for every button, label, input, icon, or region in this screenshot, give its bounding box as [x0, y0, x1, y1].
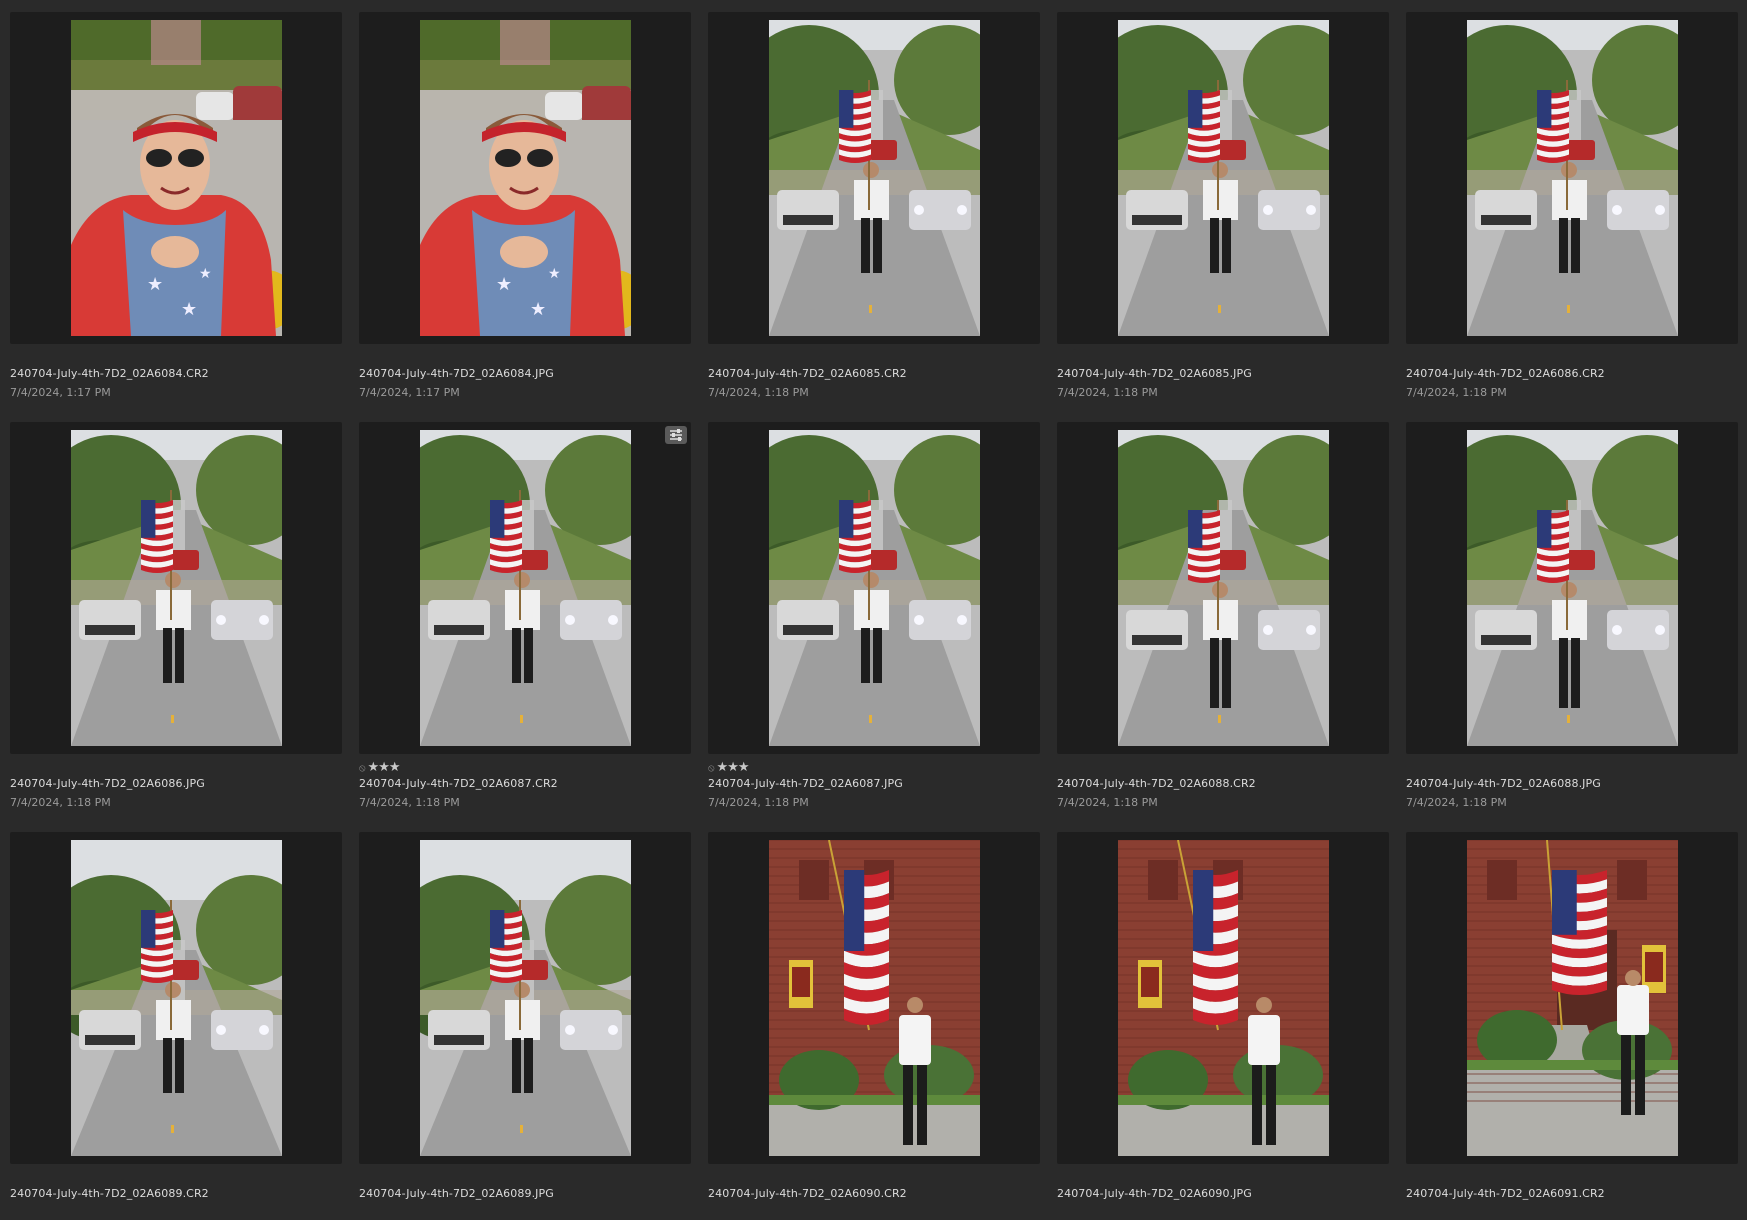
- thumbnail-grid: ★ ★ ★ 240704-July-4th-7D2_02A6084.CR2 7/4/2…: [0, 0, 1747, 1211]
- photo-thumbnail[interactable]: ★ ★ ★: [420, 20, 631, 336]
- capture-date: 7/4/2024, 1:17 PM: [10, 386, 111, 399]
- photo-tile[interactable]: ★ ★ ★ 240704-July-4th-7D2_02A6084.JPG 7/4/2…: [349, 0, 691, 400]
- photo-tile[interactable]: 240704-July-4th-7D2_02A6085.CR2 7/4/2024,…: [698, 0, 1040, 400]
- photo-tile[interactable]: ⦸ ★★★ 240704-July-4th-7D2_02A6087.CR2 7/4/2…: [349, 410, 691, 810]
- file-name: 240704-July-4th-7D2_02A6087.JPG: [708, 777, 903, 790]
- photo-thumbnail[interactable]: [769, 840, 980, 1156]
- capture-date: 7/4/2024, 1:18 PM: [1057, 796, 1158, 809]
- photo-thumbnail[interactable]: [1118, 430, 1329, 746]
- photo-thumbnail[interactable]: [1467, 20, 1678, 336]
- thumbnail-frame[interactable]: [359, 422, 691, 754]
- reject-icon[interactable]: ⦸: [708, 763, 715, 774]
- photo-thumbnail[interactable]: [1118, 840, 1329, 1156]
- photo-tile[interactable]: 240704-July-4th-7D2_02A6091.CR2: [1396, 820, 1738, 1220]
- thumbnail-frame[interactable]: ★ ★ ★: [10, 12, 342, 344]
- svg-text:★: ★: [548, 266, 561, 282]
- star-icon[interactable]: ★: [389, 760, 401, 775]
- thumbnail-frame[interactable]: [708, 12, 1040, 344]
- star-rating[interactable]: ⦸ ★★★: [359, 761, 400, 775]
- photo-tile[interactable]: 240704-July-4th-7D2_02A6089.JPG: [349, 820, 691, 1220]
- file-name: 240704-July-4th-7D2_02A6087.CR2: [359, 777, 558, 790]
- file-name: 240704-July-4th-7D2_02A6085.CR2: [708, 367, 907, 380]
- capture-date: 7/4/2024, 1:18 PM: [1057, 386, 1158, 399]
- photo-tile[interactable]: 240704-July-4th-7D2_02A6090.CR2: [698, 820, 1040, 1220]
- file-name: 240704-July-4th-7D2_02A6085.JPG: [1057, 367, 1252, 380]
- capture-date: 7/4/2024, 1:18 PM: [1406, 386, 1507, 399]
- photo-tile[interactable]: 240704-July-4th-7D2_02A6089.CR2: [0, 820, 342, 1220]
- photo-thumbnail[interactable]: [769, 20, 980, 336]
- thumbnail-frame[interactable]: [708, 422, 1040, 754]
- thumbnail-frame[interactable]: [1406, 832, 1738, 1164]
- file-name: 240704-July-4th-7D2_02A6091.CR2: [1406, 1187, 1605, 1200]
- photo-tile[interactable]: 240704-July-4th-7D2_02A6088.CR2 7/4/2024,…: [1047, 410, 1389, 810]
- thumbnail-frame[interactable]: [1057, 12, 1389, 344]
- capture-date: 7/4/2024, 1:18 PM: [708, 796, 809, 809]
- adjustments-icon: [670, 429, 682, 441]
- star-icon[interactable]: ★: [738, 760, 750, 775]
- capture-date: 7/4/2024, 1:18 PM: [359, 796, 460, 809]
- file-name: 240704-July-4th-7D2_02A6088.JPG: [1406, 777, 1601, 790]
- thumbnail-frame[interactable]: [359, 832, 691, 1164]
- thumbnail-frame[interactable]: [10, 832, 342, 1164]
- photo-thumbnail[interactable]: [71, 840, 282, 1156]
- thumbnail-frame[interactable]: [1057, 832, 1389, 1164]
- capture-date: 7/4/2024, 1:18 PM: [10, 796, 111, 809]
- file-name: 240704-July-4th-7D2_02A6088.CR2: [1057, 777, 1256, 790]
- capture-date: 7/4/2024, 1:18 PM: [1406, 796, 1507, 809]
- thumbnail-frame[interactable]: [708, 832, 1040, 1164]
- reject-icon[interactable]: ⦸: [359, 763, 366, 774]
- photo-thumbnail[interactable]: [769, 430, 980, 746]
- svg-text:★: ★: [147, 274, 163, 295]
- file-name: 240704-July-4th-7D2_02A6086.JPG: [10, 777, 205, 790]
- file-name: 240704-July-4th-7D2_02A6089.JPG: [359, 1187, 554, 1200]
- star-icon[interactable]: ★: [378, 760, 390, 775]
- svg-text:★: ★: [181, 299, 197, 320]
- thumbnail-frame[interactable]: [1406, 12, 1738, 344]
- star-icon[interactable]: ★: [368, 760, 380, 775]
- file-name: 240704-July-4th-7D2_02A6089.CR2: [10, 1187, 209, 1200]
- thumbnail-frame[interactable]: ★ ★ ★: [359, 12, 691, 344]
- photo-tile[interactable]: ★ ★ ★ 240704-July-4th-7D2_02A6084.CR2 7/4/2…: [0, 0, 342, 400]
- photo-tile[interactable]: 240704-July-4th-7D2_02A6085.JPG 7/4/2024,…: [1047, 0, 1389, 400]
- svg-text:★: ★: [496, 274, 512, 295]
- photo-tile[interactable]: 240704-July-4th-7D2_02A6088.JPG 7/4/2024,…: [1396, 410, 1738, 810]
- photo-tile[interactable]: ⦸ ★★★ 240704-July-4th-7D2_02A6087.JPG 7/4/2…: [698, 410, 1040, 810]
- svg-text:★: ★: [199, 266, 212, 282]
- file-name: 240704-July-4th-7D2_02A6090.CR2: [708, 1187, 907, 1200]
- file-name: 240704-July-4th-7D2_02A6084.CR2: [10, 367, 209, 380]
- photo-tile[interactable]: 240704-July-4th-7D2_02A6086.JPG 7/4/2024,…: [0, 410, 342, 810]
- capture-date: 7/4/2024, 1:17 PM: [359, 386, 460, 399]
- file-name: 240704-July-4th-7D2_02A6086.CR2: [1406, 367, 1605, 380]
- photo-tile[interactable]: 240704-July-4th-7D2_02A6086.CR2 7/4/2024,…: [1396, 0, 1738, 400]
- star-rating[interactable]: ⦸ ★★★: [708, 761, 749, 775]
- capture-date: 7/4/2024, 1:18 PM: [708, 386, 809, 399]
- photo-thumbnail[interactable]: [420, 430, 631, 746]
- photo-thumbnail[interactable]: [1467, 430, 1678, 746]
- file-name: 240704-July-4th-7D2_02A6090.JPG: [1057, 1187, 1252, 1200]
- thumbnail-frame[interactable]: [10, 422, 342, 754]
- photo-thumbnail[interactable]: ★ ★ ★: [71, 20, 282, 336]
- photo-thumbnail[interactable]: [1118, 20, 1329, 336]
- svg-text:★: ★: [530, 299, 546, 320]
- edit-badge[interactable]: [665, 426, 687, 444]
- photo-thumbnail[interactable]: [1467, 840, 1678, 1156]
- photo-thumbnail[interactable]: [420, 840, 631, 1156]
- thumbnail-frame[interactable]: [1406, 422, 1738, 754]
- star-icon[interactable]: ★: [727, 760, 739, 775]
- file-name: 240704-July-4th-7D2_02A6084.JPG: [359, 367, 554, 380]
- thumbnail-frame[interactable]: [1057, 422, 1389, 754]
- star-icon[interactable]: ★: [717, 760, 729, 775]
- photo-thumbnail[interactable]: [71, 430, 282, 746]
- photo-tile[interactable]: 240704-July-4th-7D2_02A6090.JPG: [1047, 820, 1389, 1220]
